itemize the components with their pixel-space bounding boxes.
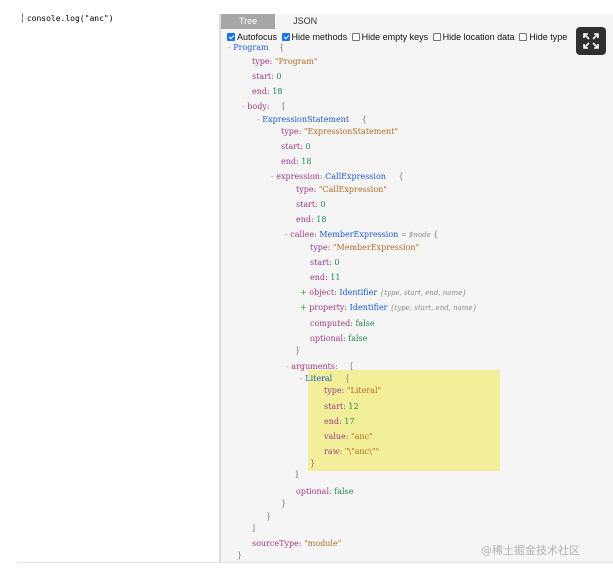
prop-optional: optional: false — [296, 487, 354, 496]
tree-node-arguments[interactable]: - arguments: [ — [286, 362, 353, 372]
tree-node-body[interactable]: - body: [ — [242, 102, 285, 112]
prop-start: start: 0 — [296, 200, 326, 209]
tree-node-object[interactable]: + object: Identifier {type, start, end, … — [300, 288, 467, 298]
close-brace: } — [295, 346, 301, 355]
watermark: @稀土掘金技术社区 — [481, 544, 580, 557]
tree-node-expression-statement[interactable]: - ExpressionStatement { — [257, 115, 367, 125]
tree-node-program[interactable]: - Program { — [228, 43, 284, 53]
prop-type: type: "Program" — [252, 57, 318, 66]
tree-node-literal[interactable]: - Literal { — [300, 374, 350, 384]
close-brace: } — [281, 499, 287, 508]
prop-start: start: 0 — [281, 142, 311, 151]
prop-type: type: "Literal" — [324, 386, 382, 395]
close-brace: } — [237, 551, 243, 560]
close-brace: } — [310, 459, 316, 468]
prop-type: type: "CallExpression" — [296, 185, 387, 194]
close-brace: } — [266, 512, 272, 521]
prop-source-type: sourceType: "module" — [252, 539, 342, 548]
prop-end: end: 17 — [324, 417, 355, 426]
tree-node-member-expression[interactable]: - callee: MemberExpression = $node { — [285, 230, 438, 240]
tree-node-call-expression[interactable]: - expression: CallExpression { — [271, 172, 404, 182]
close-bracket: ] — [252, 524, 256, 533]
prop-end: end: 11 — [310, 273, 341, 282]
prop-computed: computed: false — [310, 319, 375, 328]
prop-raw: raw: "\"anc\"" — [324, 447, 380, 456]
prop-end: end: 18 — [252, 87, 283, 96]
prop-end: end: 18 — [296, 215, 327, 224]
prop-start: start: 0 — [310, 258, 340, 267]
prop-end: end: 18 — [281, 157, 312, 166]
prop-optional: optional: false — [310, 334, 368, 343]
bottom-divider — [18, 562, 613, 563]
prop-type: type: "MemberExpression" — [310, 243, 420, 252]
prop-type: type: "ExpressionStatement" — [281, 127, 399, 136]
prop-start: start: 12 — [324, 402, 359, 411]
close-bracket: ] — [295, 470, 299, 479]
tree-node-property[interactable]: + property: Identifier {type, start, end… — [300, 303, 477, 313]
ast-tree: - Program { type: "Program" start: 0 end… — [0, 0, 613, 572]
prop-value: value: "anc" — [324, 432, 373, 441]
prop-start: start: 0 — [252, 72, 282, 81]
